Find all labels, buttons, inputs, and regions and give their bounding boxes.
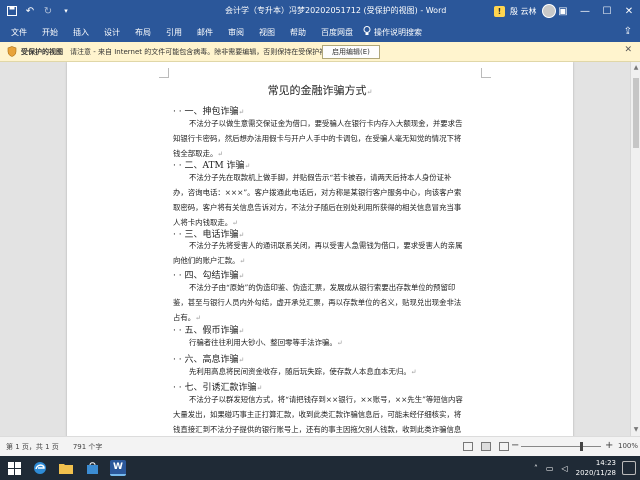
clock-time[interactable]: 14:23 [576, 458, 616, 468]
word-count[interactable]: 791 个字 [73, 442, 103, 452]
redo-icon[interactable]: ↻ [42, 5, 54, 17]
maximize-icon[interactable]: ☐ [596, 0, 618, 22]
print-layout-icon[interactable] [481, 442, 491, 451]
system-tray: ˄ ▭ ◁ 14:23 2020/11/28 [534, 458, 636, 478]
protected-view-title: 受保护的视图 [21, 47, 63, 56]
scroll-down-icon[interactable]: ▼ [632, 426, 640, 434]
ribbon-display-options-icon[interactable]: ▣ [552, 0, 574, 22]
tab-layout[interactable]: 布局 [128, 27, 159, 38]
web-layout-icon[interactable] [499, 442, 509, 451]
tab-file[interactable]: 文件 [4, 27, 35, 38]
close-icon[interactable]: ✕ [624, 45, 632, 55]
lightbulb-icon [363, 26, 371, 38]
user-area[interactable]: ! 殷 云林 [494, 4, 556, 18]
document-title[interactable]: 常见的金融诈骗方式↵ [67, 82, 573, 98]
view-buttons [463, 442, 509, 451]
file-explorer-icon[interactable] [58, 460, 74, 476]
tab-baidu-netdisk[interactable]: 百度网盘 [314, 27, 361, 38]
save-icon[interactable] [6, 5, 18, 17]
clock-date[interactable]: 2020/11/28 [576, 468, 616, 478]
title-bar: ↶ ↻ ▾ 会计学（专升本）冯梦20202051712 (受保护的视图) - W… [0, 0, 640, 22]
crop-mark [159, 68, 169, 78]
vertical-scrollbar[interactable]: ▲ ▼ [630, 62, 640, 436]
clock[interactable]: 14:23 2020/11/28 [576, 458, 616, 478]
status-bar: 第 1 页，共 1 页 791 个字 − + 100% [0, 436, 640, 456]
page-count[interactable]: 第 1 页，共 1 页 [6, 442, 59, 452]
zoom-slider-thumb[interactable] [580, 442, 583, 451]
quick-access-toolbar: ↶ ↻ ▾ [0, 5, 120, 17]
window-title: 会计学（专升本）冯梦20202051712 (受保护的视图) - Word [225, 6, 447, 15]
notification-icon[interactable] [622, 461, 636, 475]
tab-design[interactable]: 设计 [97, 27, 128, 38]
tell-me-label[interactable]: 操作说明搜索 [374, 27, 422, 38]
document-page[interactable]: 常见的金融诈骗方式↵ · · 一、抻包诈骗↵ 不法分子以做生意需交保证金为借口，… [67, 62, 573, 436]
volume-icon[interactable]: ◁ [561, 464, 567, 473]
edge-browser-icon[interactable] [32, 460, 48, 476]
close-icon[interactable]: ✕ [618, 0, 640, 22]
tab-home[interactable]: 开始 [35, 27, 66, 38]
undo-icon[interactable]: ↶ [24, 5, 36, 17]
tab-references[interactable]: 引用 [159, 27, 190, 38]
protected-view-bar: 受保护的视图 请注意 - 来自 Internet 的文件可能包含病毒。除非需要编… [0, 42, 640, 62]
section-body[interactable]: 不法分子由“原始”的伪造印鉴、伪造汇票，发展成从银行索要出存款单位的预留印鉴，甚… [173, 280, 463, 326]
ribbon-tabs: 文件 开始 插入 设计 布局 引用 邮件 审阅 视图 帮助 百度网盘 操作说明搜… [0, 22, 640, 42]
document-canvas[interactable]: 常见的金融诈骗方式↵ · · 一、抻包诈骗↵ 不法分子以做生意需交保证金为借口，… [0, 62, 630, 436]
section-body[interactable]: 行骗者往往利用大钞小、整回零等手法诈骗。↵ [173, 335, 463, 351]
tab-view[interactable]: 视图 [252, 27, 283, 38]
section-body[interactable]: 不法分子先在取款机上做手脚，并贴假告示“若卡被吞，请两天后持本人身份证补办，咨询… [173, 170, 463, 231]
section-body[interactable]: 不法分子以做生意需交保证金为借口，要受骗人在银行卡内存入大额现金，并要求告知银行… [173, 116, 463, 162]
tab-help[interactable]: 帮助 [283, 27, 314, 38]
windows-start-icon[interactable] [6, 460, 22, 476]
shield-icon [6, 46, 18, 58]
zoom-out-button[interactable]: − [511, 440, 519, 451]
tab-insert[interactable]: 插入 [66, 27, 97, 38]
enable-editing-button[interactable]: 启用编辑(E) [322, 45, 380, 59]
taskbar: W ˄ ▭ ◁ 14:23 2020/11/28 [0, 456, 640, 480]
word-app-icon[interactable]: W [110, 460, 126, 476]
network-icon[interactable]: ▭ [546, 464, 554, 473]
minimize-icon[interactable]: — [574, 0, 596, 22]
tab-mailings[interactable]: 邮件 [190, 27, 221, 38]
tell-me-search[interactable]: 操作说明搜索 [361, 26, 422, 38]
crop-mark [481, 68, 491, 78]
section-body[interactable]: 不法分子先将受害人的通讯联系关闭，再以受害人急需钱为借口，要求受害人的亲属向他们… [173, 238, 463, 269]
warning-icon[interactable]: ! [494, 5, 505, 17]
zoom-slider[interactable] [521, 446, 601, 447]
user-name[interactable]: 殷 云林 [510, 6, 537, 17]
scroll-up-icon[interactable]: ▲ [632, 64, 640, 72]
chevron-up-icon[interactable]: ˄ [534, 464, 538, 473]
store-icon[interactable] [84, 460, 100, 476]
section-body[interactable]: 不法分子以群发短信方式，将“请把钱存到××银行，××账号，××先生”等短信内容大… [173, 392, 463, 436]
scroll-thumb[interactable] [633, 78, 639, 148]
tab-review[interactable]: 审阅 [221, 27, 252, 38]
window-controls: ▣ — ☐ ✕ [552, 0, 640, 22]
share-icon[interactable]: ⇪ [624, 26, 632, 37]
section-body[interactable]: 先利用高息将民间资金收存，随后玩失踪，使存款人本息血本无归。↵ [173, 364, 463, 380]
read-mode-icon[interactable] [463, 442, 473, 451]
customize-quick-access-icon[interactable]: ▾ [60, 5, 72, 17]
zoom-level[interactable]: 100% [618, 442, 638, 450]
zoom-in-button[interactable]: + [605, 440, 613, 451]
